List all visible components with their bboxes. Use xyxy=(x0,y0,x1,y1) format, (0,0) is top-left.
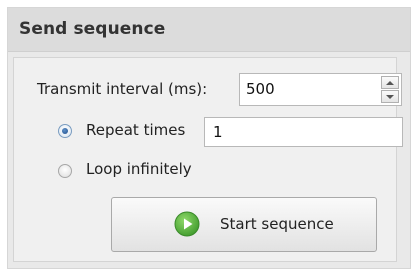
interval-spinner xyxy=(381,76,399,103)
play-icon xyxy=(174,211,200,237)
loop-infinitely-radio[interactable] xyxy=(58,164,72,178)
arrow-down-icon xyxy=(386,94,394,99)
panel-header: Send sequence xyxy=(8,8,410,52)
radio-selected-dot xyxy=(62,128,68,134)
repeat-times-radio[interactable] xyxy=(58,124,72,138)
spin-up-button[interactable] xyxy=(381,76,399,89)
transmit-interval-label: Transmit interval (ms): xyxy=(37,80,208,98)
start-sequence-label: Start sequence xyxy=(220,215,334,233)
repeat-times-label[interactable]: Repeat times xyxy=(86,121,185,139)
transmit-interval-value[interactable]: 500 xyxy=(246,80,275,98)
loop-infinitely-label[interactable]: Loop infinitely xyxy=(86,160,192,178)
panel-title: Send sequence xyxy=(19,19,166,39)
arrow-up-icon xyxy=(386,80,394,85)
repeat-times-value[interactable]: 1 xyxy=(213,123,223,141)
transmit-interval-spinbox[interactable]: 500 xyxy=(239,73,402,106)
spin-down-button[interactable] xyxy=(381,90,399,103)
repeat-times-input[interactable]: 1 xyxy=(204,117,403,147)
start-sequence-button[interactable]: Start sequence xyxy=(111,197,377,252)
